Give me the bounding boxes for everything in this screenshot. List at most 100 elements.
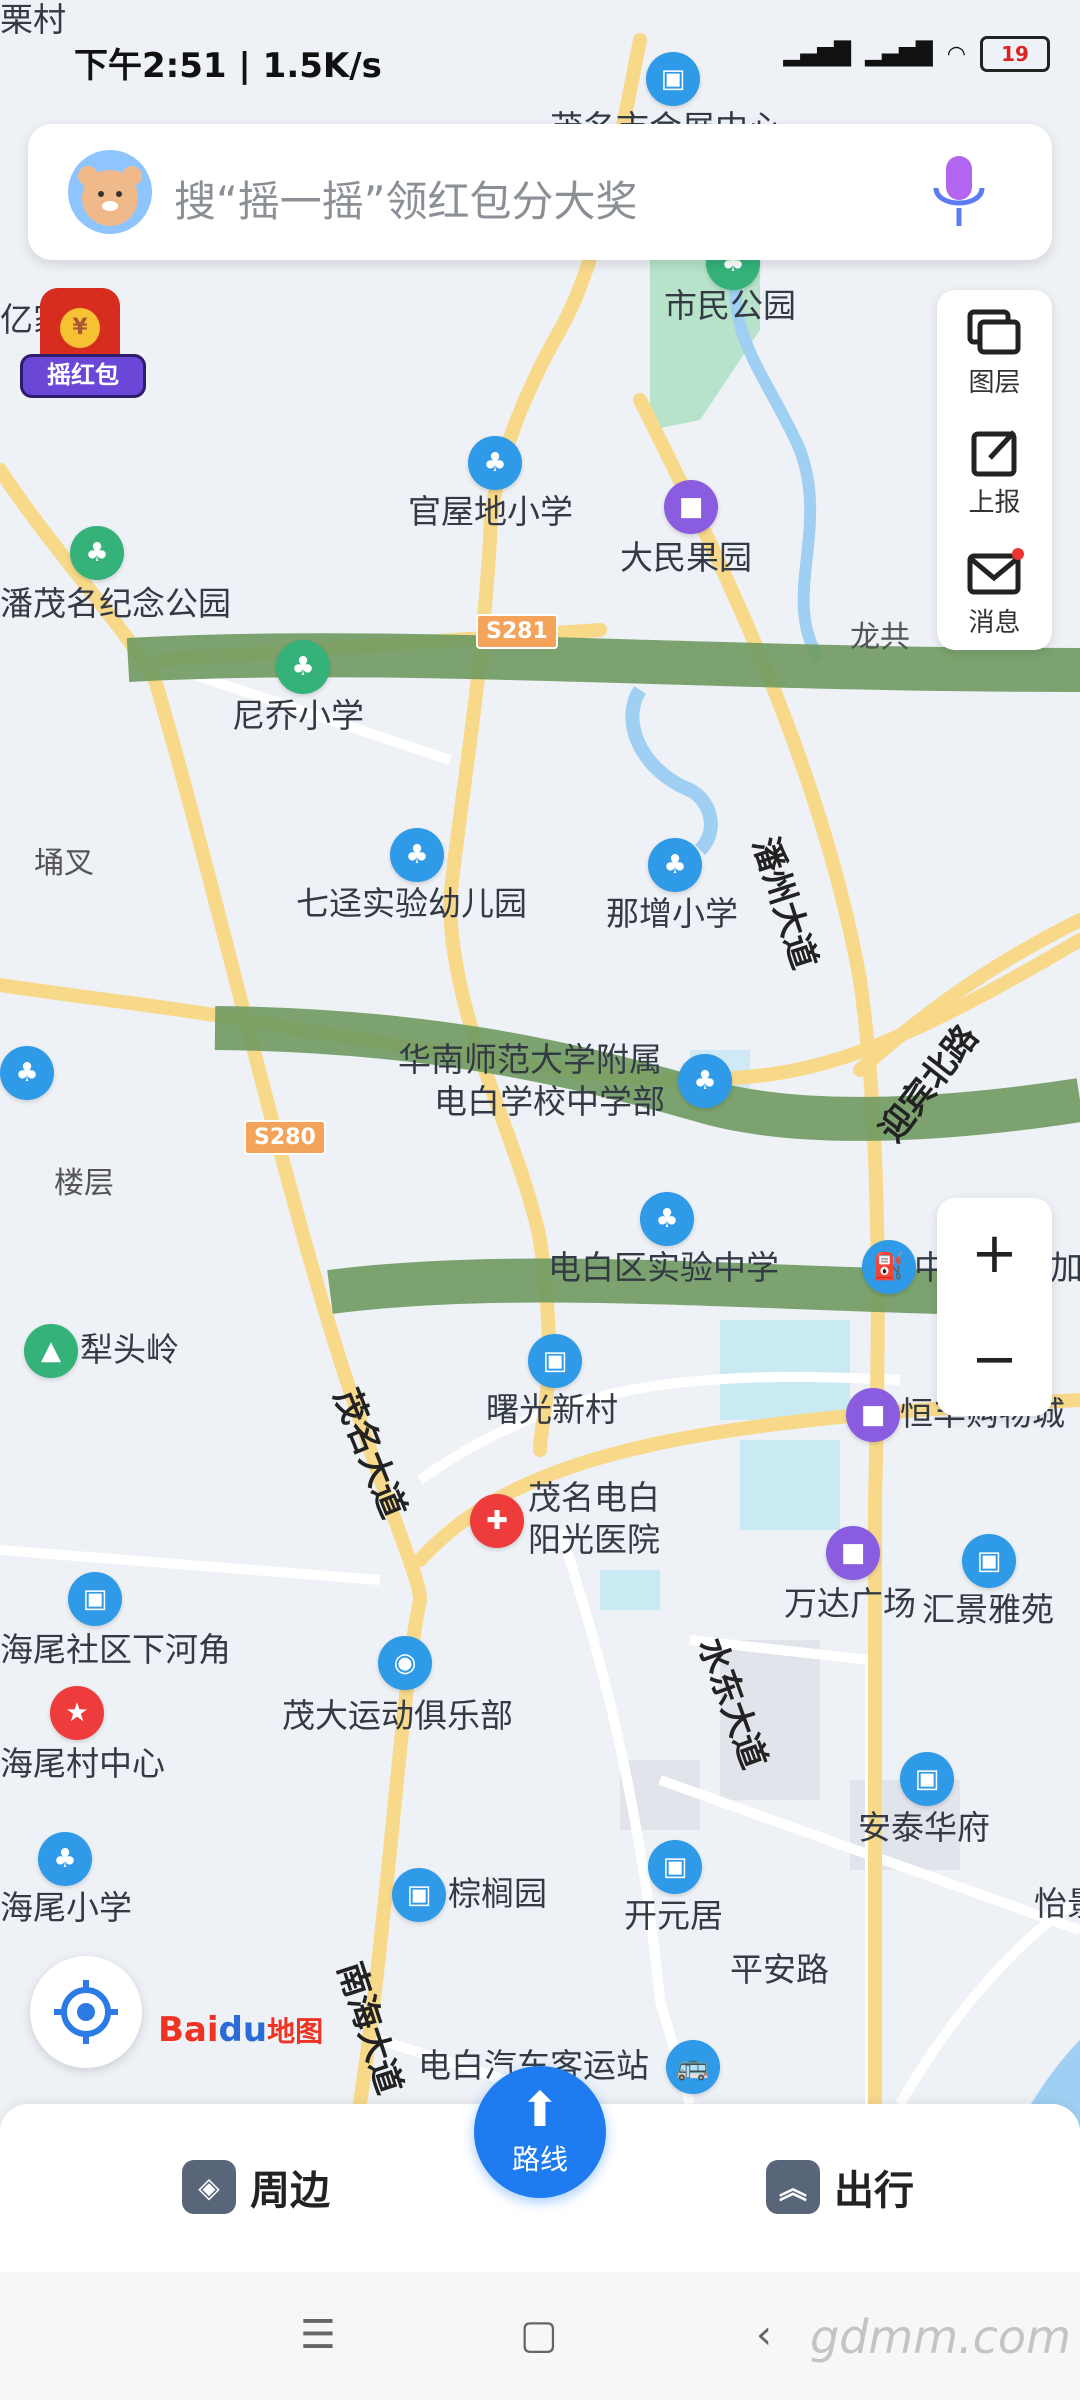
- poi-haiwei-center[interactable]: 海尾村中心: [0, 1744, 165, 1784]
- zoom-out-button[interactable]: −: [937, 1332, 1052, 1388]
- poi-huijing-yayuan[interactable]: 汇景雅苑: [922, 1590, 1054, 1630]
- mountain-icon[interactable]: ▲: [24, 1324, 78, 1378]
- poi-qijing-kindergarten[interactable]: 七迳实验幼儿园: [296, 884, 527, 924]
- landmark-icon[interactable]: ★: [50, 1686, 104, 1740]
- poi-panmaoming-park[interactable]: 潘茂名纪念公园: [0, 584, 231, 624]
- shop-icon[interactable]: ■: [846, 1388, 900, 1442]
- message-icon: [967, 548, 1024, 595]
- poi-zonglu-garden[interactable]: 棕榈园: [448, 1874, 547, 1914]
- shop-icon[interactable]: ■: [664, 480, 718, 534]
- school-icon[interactable]: ♣: [678, 1054, 732, 1108]
- school-icon[interactable]: ♣: [640, 1192, 694, 1246]
- layers-button[interactable]: 图层: [937, 308, 1052, 399]
- poi-kaiyuan-ju[interactable]: 开元居: [624, 1896, 723, 1936]
- poi-maoda-sports-club[interactable]: 茂大运动俱乐部: [282, 1696, 513, 1736]
- compass-icon: ◈: [182, 2160, 236, 2214]
- microphone-icon[interactable]: [924, 150, 994, 234]
- residential-icon[interactable]: ▣: [962, 1534, 1016, 1588]
- poi-guanwudi-school[interactable]: 官屋地小学: [408, 492, 573, 532]
- poi-scnu-affiliated-2[interactable]: 电白学校中学部: [434, 1082, 665, 1122]
- signal-icon: ▂▄▆█: [783, 41, 852, 67]
- status-bar: 下午2:51 | 1.5K/s ▂▄▆█ ▂▄▆█ ◠ 19: [0, 0, 1080, 120]
- school-icon[interactable]: ♣: [38, 1832, 92, 1886]
- signal-icon: ▂▄▆█: [865, 41, 933, 67]
- residential-icon[interactable]: ▣: [648, 1840, 702, 1894]
- status-icons: ▂▄▆█ ▂▄▆█ ◠ 19: [783, 36, 1050, 72]
- report-button[interactable]: 上报: [937, 428, 1052, 519]
- school-icon[interactable]: ♣: [390, 828, 444, 882]
- locate-button[interactable]: [30, 1956, 142, 2068]
- poi-haiwei-xiahejiao[interactable]: 海尾社区下河角: [0, 1630, 231, 1670]
- travel-icon: ︽: [766, 2160, 820, 2214]
- message-label: 消息: [968, 608, 1021, 638]
- poi-civic-park[interactable]: 市民公园: [664, 286, 796, 326]
- residential-icon[interactable]: ▣: [392, 1868, 446, 1922]
- baidu-logo: Baidu地图: [158, 2010, 323, 2050]
- poi-scnu-affiliated-1[interactable]: 华南师范大学附属: [398, 1040, 662, 1080]
- place-louceng: 楼层: [54, 1166, 114, 1201]
- route-button[interactable]: ⬆ 路线: [474, 2066, 606, 2198]
- poi-yijing[interactable]: 怡景: [1034, 1884, 1080, 1924]
- wifi-icon: ◠: [946, 41, 966, 67]
- report-icon: [971, 430, 1016, 477]
- coin-icon: ¥: [60, 308, 100, 348]
- road-shield-s280: S280: [244, 1120, 326, 1155]
- shop-icon[interactable]: ■: [826, 1526, 880, 1580]
- poi-litouling[interactable]: 犁头岭: [80, 1330, 179, 1370]
- search-bar[interactable]: 搜“摇一摇”领红包分大奖: [28, 124, 1052, 260]
- baidu-logo-part: 地图: [267, 2015, 324, 2048]
- school-icon[interactable]: ♣: [648, 838, 702, 892]
- map-tools-panel: 图层 上报 消息: [937, 290, 1052, 650]
- zoom-controls: + −: [937, 1198, 1052, 1416]
- travel-label: 出行: [834, 2168, 914, 2214]
- menu-icon[interactable]: ☰: [300, 2312, 336, 2358]
- home-icon[interactable]: ▢: [520, 2312, 558, 2358]
- residential-icon[interactable]: ▣: [528, 1334, 582, 1388]
- report-label: 上报: [968, 488, 1021, 518]
- residential-icon[interactable]: ▣: [900, 1752, 954, 1806]
- baidu-logo-part: Bai: [158, 2010, 219, 2050]
- poi-jia[interactable]: 加: [1050, 1248, 1080, 1288]
- hospital-icon[interactable]: ✚: [470, 1494, 524, 1548]
- poi-antai-huafu[interactable]: 安泰华府: [858, 1808, 990, 1848]
- status-time: 下午2:51 | 1.5K/s: [74, 46, 382, 86]
- travel-button[interactable]: ︽ 出行: [766, 2158, 914, 2216]
- gas-station-icon[interactable]: ⛽: [862, 1240, 916, 1294]
- route-label: 路线: [511, 2143, 568, 2176]
- baidu-logo-part: du: [218, 2010, 268, 2050]
- road-label-pingan: 平安路: [730, 1950, 829, 1989]
- back-icon[interactable]: ‹: [756, 2312, 772, 2358]
- avatar[interactable]: [68, 150, 152, 234]
- poi-yangguang-hospital-1[interactable]: 茂名电白: [528, 1478, 660, 1518]
- school-icon[interactable]: ♣: [276, 640, 330, 694]
- red-packet-label: 摇红包: [20, 354, 146, 398]
- message-button[interactable]: 消息: [937, 548, 1052, 639]
- poi-damin-orchard[interactable]: 大民果园: [620, 538, 752, 578]
- road-shield-s281: S281: [476, 614, 558, 649]
- poi-shuguang-village[interactable]: 曙光新村: [486, 1390, 618, 1430]
- zoom-in-button[interactable]: +: [937, 1226, 1052, 1282]
- search-input[interactable]: 搜“摇一摇”领红包分大奖: [174, 168, 638, 229]
- poi-dianbai-experimental[interactable]: 电白区实验中学: [548, 1248, 779, 1288]
- red-packet-button[interactable]: ¥ 摇红包: [18, 288, 146, 398]
- poi-wanda-plaza[interactable]: 万达广场: [784, 1584, 916, 1624]
- poi-haiwei-school[interactable]: 海尾小学: [0, 1888, 132, 1928]
- park-icon[interactable]: ♣: [70, 526, 124, 580]
- poi-yangguang-hospital-2[interactable]: 阳光医院: [528, 1520, 660, 1560]
- residential-icon[interactable]: ▣: [68, 1572, 122, 1626]
- nearby-button[interactable]: ◈ 周边: [182, 2158, 330, 2216]
- nearby-label: 周边: [250, 2168, 330, 2214]
- locate-icon: [54, 1980, 118, 2044]
- battery-icon: 19: [980, 36, 1050, 72]
- route-arrow-icon: ⬆: [519, 2082, 561, 2138]
- school-icon[interactable]: ♣: [0, 1046, 54, 1100]
- bus-icon[interactable]: 🚌: [666, 2040, 720, 2094]
- place-longgong: 龙共: [850, 620, 910, 655]
- layers-label: 图层: [968, 368, 1021, 398]
- school-icon[interactable]: ♣: [468, 436, 522, 490]
- poi-nazeng-school[interactable]: 那增小学: [606, 894, 738, 934]
- watermark: gdmm.com: [810, 2310, 1071, 2364]
- sports-icon[interactable]: ◉: [378, 1636, 432, 1690]
- layers-icon: [967, 309, 1020, 355]
- poi-niqiao-school[interactable]: 尼乔小学: [232, 696, 364, 736]
